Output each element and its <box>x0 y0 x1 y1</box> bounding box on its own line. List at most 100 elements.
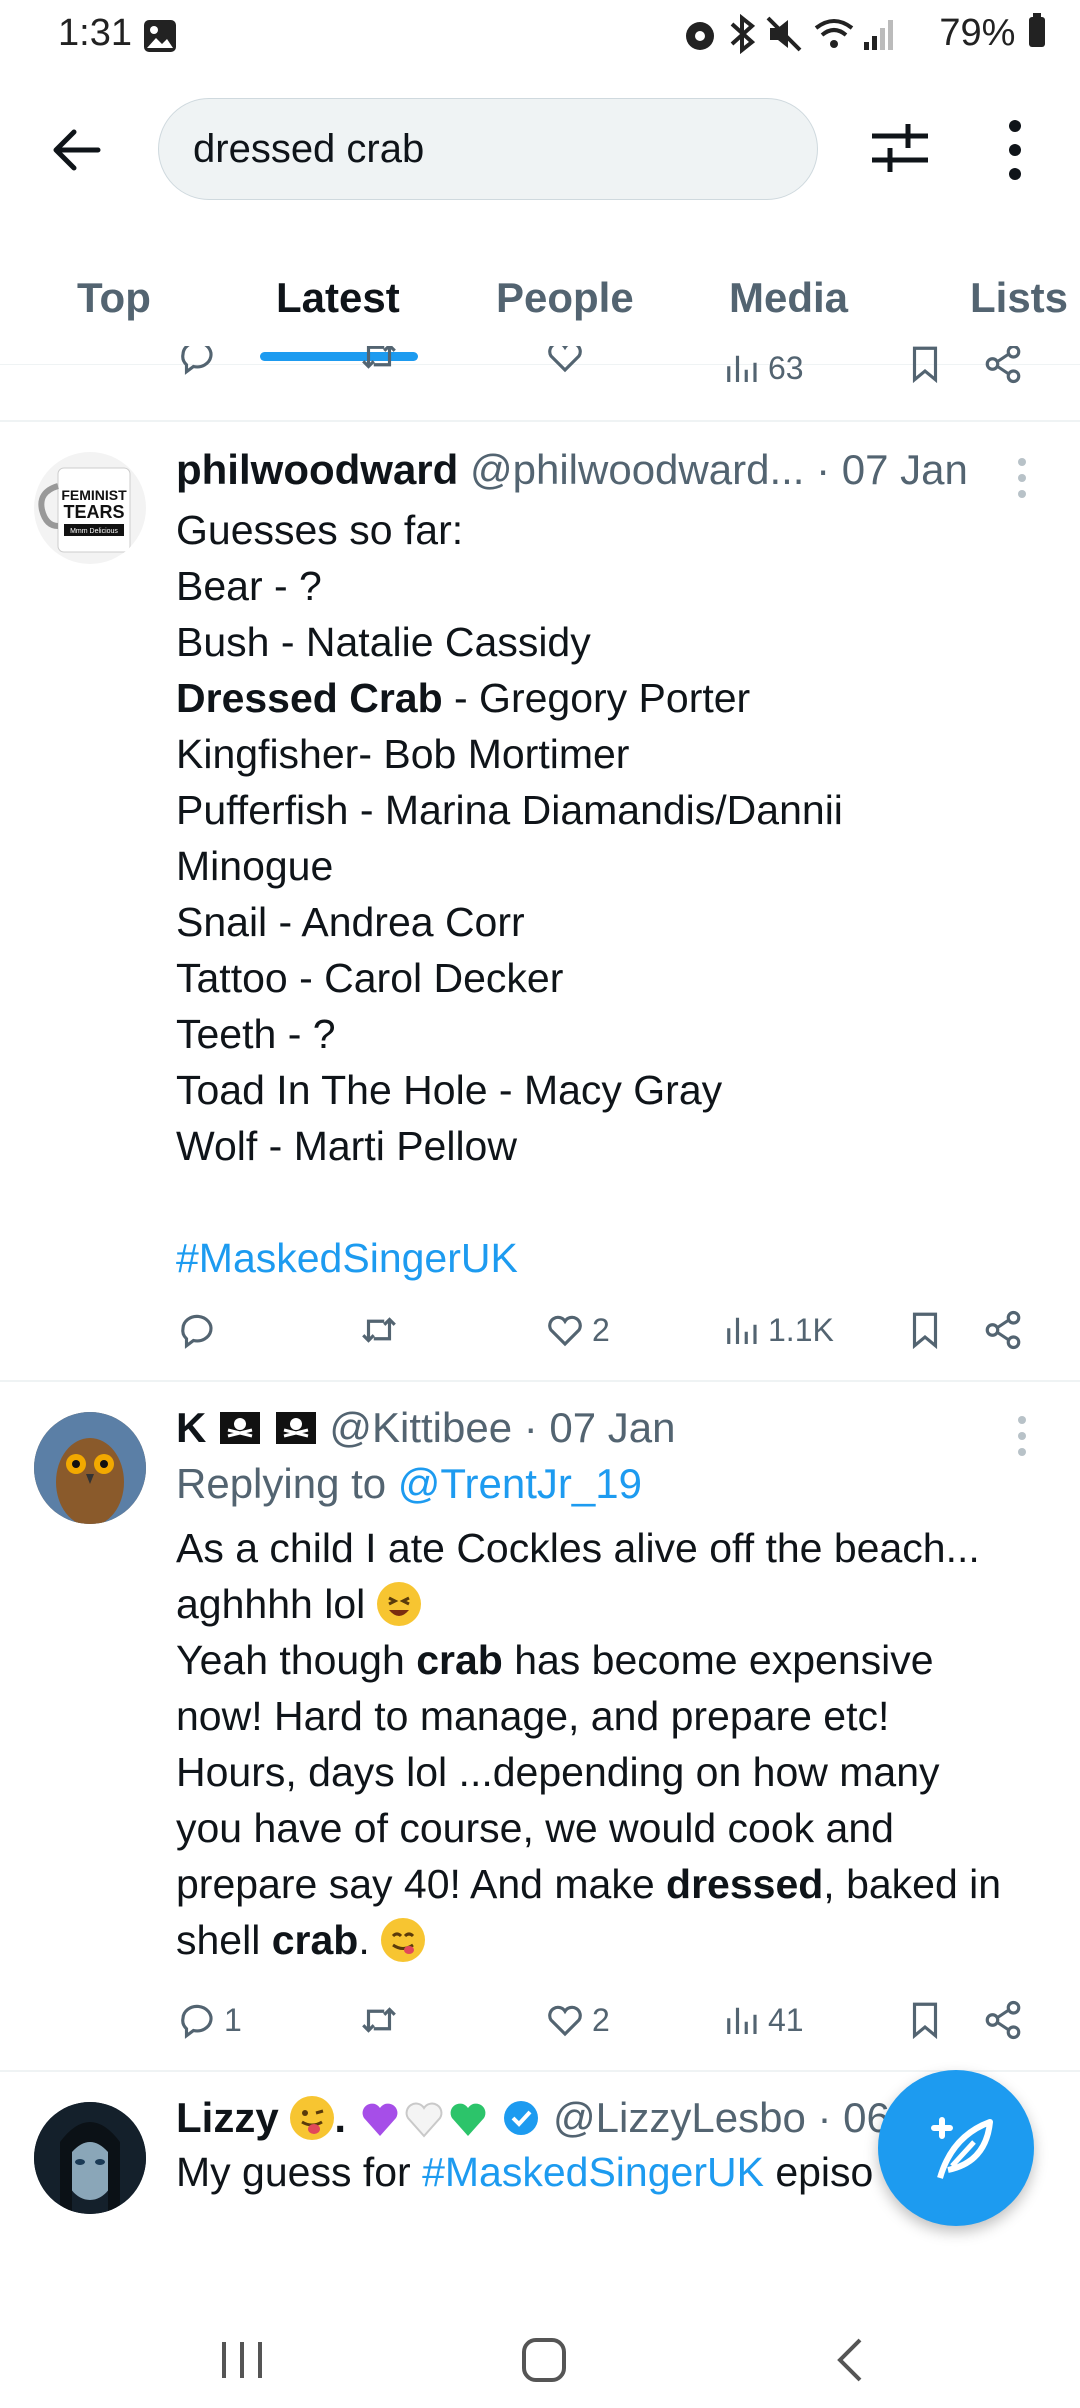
tab-latest[interactable]: Latest <box>276 274 400 322</box>
like-button[interactable] <box>544 346 586 386</box>
tweet-card[interactable]: K @Kittibee · 07 Jan Replying to @TrentJ… <box>0 1382 1080 2070</box>
retweet-button[interactable] <box>358 346 400 386</box>
reply-button[interactable] <box>176 1300 218 1360</box>
name-suffix: . <box>334 2094 347 2141</box>
tweet-actions: 1 2 41 <box>0 1990 1080 2050</box>
share-button[interactable] <box>982 1990 1024 2050</box>
tweet-line: Hours, days lol ...depending on how many <box>176 1749 940 1795</box>
views-icon <box>727 1317 757 1344</box>
tweet-text: Guesses so far: Bear - ? Bush - Natalie … <box>176 502 843 1286</box>
image-icon <box>144 20 176 52</box>
tweet-text: As a child I ate Cockles alive off the b… <box>176 1520 1001 1968</box>
share-icon <box>985 1310 1021 1350</box>
mug-text-3: Mmm Delicious <box>70 528 118 535</box>
avatar[interactable]: FEMINIST TEARS Mmm Delicious <box>34 452 146 564</box>
tab-top[interactable]: Top <box>77 274 151 322</box>
retweet-icon <box>362 1317 396 1343</box>
reply-icon <box>181 1314 213 1349</box>
like-count: 2 <box>592 1311 610 1348</box>
bookmark-button[interactable] <box>904 346 946 394</box>
tweet-line: Kingfisher- Bob Mortimer <box>176 731 630 777</box>
share-icon <box>985 346 1021 384</box>
tweet-line: Bush - Natalie Cassidy <box>176 619 591 665</box>
tweet-line: Tattoo - Carol Decker <box>176 955 564 1001</box>
bookmark-button[interactable] <box>904 1990 946 2050</box>
winking-tongue-emoji-icon <box>290 2096 335 2140</box>
tweet-line: Dressed Crab - Gregory Porter <box>176 670 843 726</box>
owl-avatar-image <box>34 1412 146 1524</box>
bookmark-icon <box>912 1312 938 1350</box>
views-count: 63 <box>768 349 804 386</box>
handle[interactable]: @LizzyLesbo <box>553 2094 806 2141</box>
tweet-line: shell crab. <box>176 1912 1001 1968</box>
tweet-line-text: episo <box>763 2149 874 2195</box>
tweet-line-rest: - Gregory Porter <box>442 675 751 721</box>
tweet-date: · 07 Jan <box>816 446 968 493</box>
views-icon <box>727 2007 757 2034</box>
views-button[interactable]: 41 <box>720 1990 804 2050</box>
avatar[interactable] <box>34 1412 146 1524</box>
tweet-card[interactable]: FEMINIST TEARS Mmm Delicious philwoodwar… <box>0 422 1080 1380</box>
handle[interactable]: @philwoodward... <box>470 446 804 493</box>
bookmark-icon <box>912 346 938 384</box>
tweet-line: As a child I ate Cockles alive off the b… <box>176 1525 980 1571</box>
filter-settings-icon[interactable] <box>870 118 930 178</box>
display-name[interactable]: philwoodward <box>176 446 458 493</box>
tweet-line-text: aghhhh lol <box>176 1581 366 1627</box>
like-button[interactable]: 2 <box>544 1300 610 1360</box>
reply-button[interactable]: 1 <box>176 1990 242 2050</box>
hashtag-link[interactable]: #MaskedSingerUK <box>422 2149 764 2195</box>
purple-heart-icon <box>362 2103 398 2136</box>
views-button[interactable]: 1.1K <box>720 1300 834 1360</box>
tweet-header: Lizzy . @LizzyLesbo · 06 <box>176 2094 890 2142</box>
handle[interactable]: @Kittibee <box>329 1404 512 1451</box>
search-query: dressed crab <box>193 127 425 171</box>
bookmark-icon <box>912 2002 938 2040</box>
replying-to-link[interactable]: @TrentJr_19 <box>398 1460 642 1507</box>
highlight-term: crab <box>416 1637 503 1683</box>
compose-feather-icon <box>931 2117 993 2179</box>
home-icon[interactable] <box>520 2336 568 2384</box>
tweet-menu-icon[interactable] <box>1018 458 1028 502</box>
display-name[interactable]: Lizzy <box>176 2094 279 2141</box>
hashtag-link[interactable]: #MaskedSingerUK <box>176 1230 843 1286</box>
tab-lists[interactable]: Lists <box>970 274 1068 322</box>
bookmark-button[interactable] <box>904 1300 946 1360</box>
heart-icon <box>548 2005 582 2037</box>
tab-media[interactable]: Media <box>729 274 848 322</box>
battery-percent: 79% <box>939 12 1016 54</box>
back-arrow-icon[interactable] <box>48 120 108 180</box>
share-button[interactable] <box>982 346 1024 394</box>
share-button[interactable] <box>982 1300 1024 1360</box>
more-options-icon[interactable] <box>1000 118 1030 182</box>
recent-apps-icon[interactable] <box>218 2338 268 2382</box>
reply-icon <box>181 2004 213 2039</box>
tweet-menu-icon[interactable] <box>1018 1416 1028 1460</box>
views-button[interactable]: 63 <box>720 346 804 394</box>
replying-label: Replying to <box>176 1460 387 1507</box>
avatar[interactable] <box>34 2102 146 2214</box>
reply-button[interactable] <box>176 346 218 386</box>
highlight-term: Dressed Crab <box>176 675 443 721</box>
tweet-line: you have of course, we would cook and <box>176 1805 894 1851</box>
like-count: 2 <box>592 2001 610 2038</box>
tweet-line: Bear - ? <box>176 563 322 609</box>
compose-post-button[interactable] <box>878 2070 1034 2226</box>
tab-people[interactable]: People <box>496 274 634 322</box>
tweet-line-text: , baked in <box>823 1861 1002 1907</box>
like-button[interactable]: 2 <box>544 1990 610 2050</box>
tweet-line: prepare say 40! And make dressed, baked … <box>176 1856 1001 1912</box>
search-input[interactable]: dressed crab <box>158 98 818 200</box>
retweet-button[interactable] <box>358 1990 400 2050</box>
yum-emoji-icon <box>381 1918 426 1962</box>
wifi-icon <box>814 19 854 48</box>
bluetooth-icon <box>730 14 756 54</box>
tweet-line: Pufferfish - Marina Diamandis/Dannii <box>176 787 843 833</box>
retweet-button[interactable] <box>358 1300 400 1360</box>
tweet-line-text: has become expensive <box>502 1637 934 1683</box>
back-nav-icon[interactable] <box>830 2336 870 2384</box>
display-name[interactable]: K <box>176 1404 206 1451</box>
alarm-icon <box>686 22 714 50</box>
tweet-line: Guesses so far: <box>176 507 464 553</box>
highlight-term: crab <box>271 1917 359 1963</box>
